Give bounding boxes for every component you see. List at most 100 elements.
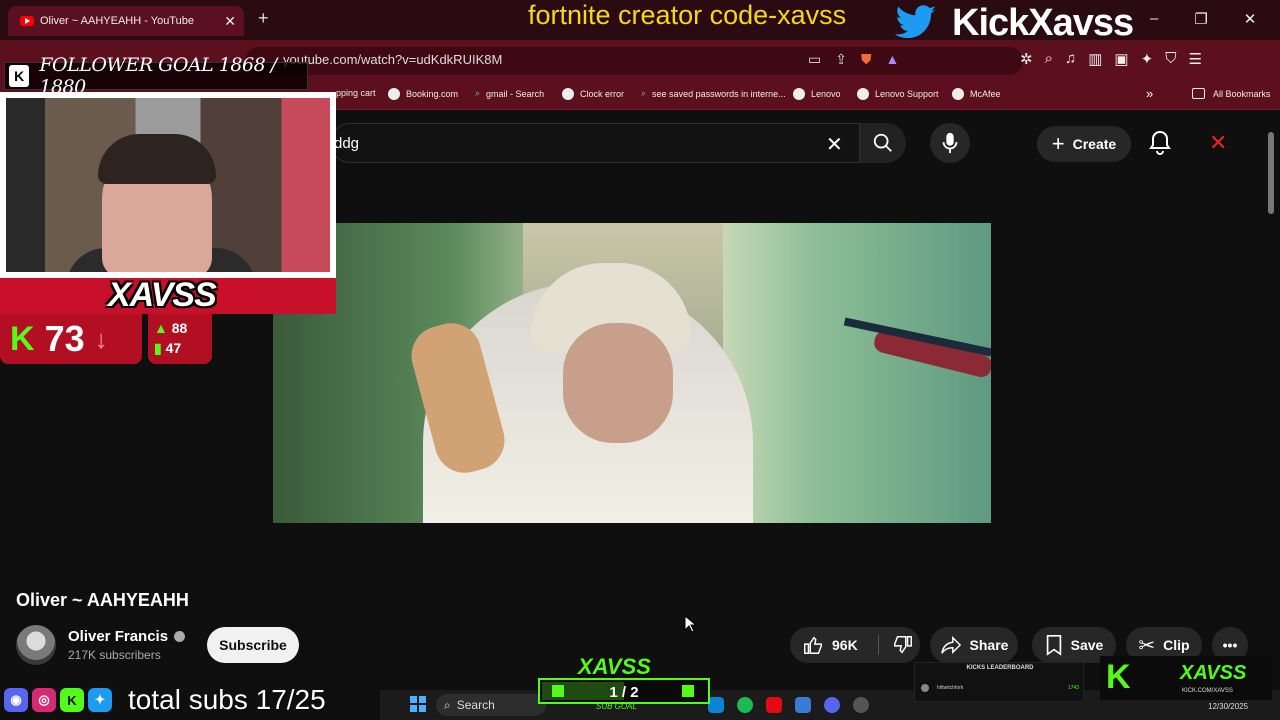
search-icon xyxy=(873,133,892,152)
extensions-icon[interactable]: ✲ xyxy=(1020,50,1033,68)
subscribe-button[interactable]: Subscribe xyxy=(207,627,299,663)
total-subs: total subs 17/25 xyxy=(128,684,326,715)
wallet-icon[interactable]: ▣ xyxy=(1114,50,1128,68)
bookmark-gmail-search[interactable]: ⌕ gmail - Search xyxy=(475,88,544,99)
verified-icon xyxy=(174,631,186,642)
plus-icon: + xyxy=(1051,131,1065,156)
search-input[interactable] xyxy=(330,123,860,163)
leaderboard-title: KICKS LEADERBOARD xyxy=(966,665,1034,671)
video-title: Oliver ~ AAHYEAHH xyxy=(16,590,189,610)
sub-goal-bar: 1 / 2 xyxy=(538,678,710,704)
extension-icons: ✲ ⌕ ♫ ▥ ▣ ✦ ⛉ ☰ xyxy=(1020,50,1202,68)
globe-icon xyxy=(388,88,400,100)
music-icon[interactable]: ♫ xyxy=(1065,50,1076,68)
windows-icon[interactable] xyxy=(410,696,426,712)
globe-icon xyxy=(562,88,574,100)
browser-tab[interactable]: Oliver ~ AAHYEAHH - YouTube ✕ xyxy=(8,6,244,36)
clip-icon: ✂ xyxy=(1138,634,1156,657)
voice-search-button[interactable] xyxy=(930,123,970,163)
bookmark-shopping-cart[interactable]: pping cart xyxy=(336,88,376,98)
divider xyxy=(878,635,879,655)
edge-icon[interactable] xyxy=(708,697,724,713)
leo-icon[interactable]: ✦ xyxy=(1141,50,1154,68)
kick-icon: K xyxy=(9,65,30,87)
sub-goal-label: SUB GOAL xyxy=(596,702,637,711)
save-icon xyxy=(1046,635,1061,656)
settings-icon[interactable] xyxy=(853,697,869,713)
bell-icon[interactable] xyxy=(1148,130,1172,156)
address-icons: ▭ ⇪ ⛊ ▲ xyxy=(808,51,899,68)
bookmark-mcafee[interactable]: McAfee xyxy=(952,88,1001,100)
close-tab-icon[interactable]: ✕ xyxy=(224,13,236,30)
share-button[interactable]: Share xyxy=(930,627,1018,663)
social-icons: ◉ ◎ K ✦ xyxy=(4,688,112,712)
globe-icon xyxy=(793,88,805,100)
bookmarks-overflow-icon[interactable]: » xyxy=(1146,86,1153,101)
sub-goal-widget: XAVSS 1 / 2 SUB GOAL xyxy=(538,654,710,712)
bar-chart-icon: ▮ xyxy=(154,340,162,356)
spotify-icon[interactable] xyxy=(737,697,753,713)
kicks-leaderboard: KICKS LEADERBOARD hittwitchfork 1743 xyxy=(914,662,1084,702)
url-text[interactable]: youtube.com/watch?v=udKdkRUIK8M xyxy=(283,52,502,67)
tab-search-icon[interactable]: ⌕ xyxy=(1045,50,1053,68)
bookmark-booking[interactable]: Booking.com xyxy=(388,88,458,100)
kick-icon: K xyxy=(1106,658,1131,696)
bookmark-clock-error[interactable]: Clock error xyxy=(562,88,624,100)
sidebar-icon[interactable]: ▥ xyxy=(1088,50,1102,68)
kick-icon: K xyxy=(10,319,35,358)
video-player[interactable] xyxy=(273,223,991,523)
leaderboard-row: hittwitchfork 1743 xyxy=(921,683,1079,693)
bookmark-lenovo-support[interactable]: Lenovo Support xyxy=(857,88,939,100)
restore-icon[interactable]: ❐ xyxy=(1194,10,1207,28)
kick-badge-name: XAVSS xyxy=(1180,662,1247,684)
like-icon xyxy=(804,636,822,654)
twitter-icon xyxy=(894,5,937,39)
close-window-icon[interactable]: ✕ xyxy=(1244,10,1257,28)
taskbar-date: 12/30/2025 xyxy=(1208,702,1249,711)
youtube-icon xyxy=(20,16,34,26)
channel-name[interactable]: Oliver Francis xyxy=(68,628,186,645)
scrollbar-thumb[interactable] xyxy=(1268,132,1274,214)
close-icon[interactable]: ✕ xyxy=(1209,130,1227,156)
kick-handle: KickXavss xyxy=(952,2,1134,44)
window-controls: – ❐ ✕ xyxy=(1150,10,1256,28)
all-bookmarks[interactable]: All Bookmarks xyxy=(1192,88,1271,99)
menu-icon[interactable]: ☰ xyxy=(1188,50,1201,68)
install-icon[interactable]: ▭ xyxy=(808,51,821,68)
stat-up: 88 xyxy=(171,320,188,336)
tab-title: Oliver ~ AAHYEAHH - YouTube xyxy=(40,15,194,27)
brave-shield-icon[interactable]: ⛊ xyxy=(861,51,872,68)
minimize-icon[interactable]: – xyxy=(1150,10,1158,28)
webcam-hair xyxy=(98,134,216,184)
viewer-count: 73 xyxy=(44,318,85,359)
vpn-icon[interactable]: ⛉ xyxy=(1165,50,1176,68)
explorer-icon[interactable] xyxy=(795,697,811,713)
like-button[interactable]: 96K xyxy=(790,627,920,663)
search-button[interactable] xyxy=(860,123,906,163)
rewards-icon[interactable]: ▲ xyxy=(885,51,899,68)
dislike-icon[interactable] xyxy=(892,634,914,656)
kick-icon: K xyxy=(60,688,84,712)
webcam-feed xyxy=(6,98,330,278)
discord-icon[interactable] xyxy=(824,697,840,713)
stat-bar: 47 xyxy=(165,340,182,356)
globe-icon xyxy=(952,88,964,100)
clear-search-icon[interactable]: ✕ xyxy=(826,132,843,157)
viewer-count-box: K 73 ↓ xyxy=(0,314,142,364)
kick-badge: K XAVSS KICK.COM/XAVSS xyxy=(1100,656,1272,700)
video-face xyxy=(563,323,673,443)
twitter-icon: ✦ xyxy=(88,688,112,712)
create-button[interactable]: + Create xyxy=(1037,126,1131,162)
mic-icon xyxy=(942,132,958,154)
taskbar-search[interactable]: ⌕ Search xyxy=(436,694,546,716)
search-value[interactable]: ddg xyxy=(334,135,359,152)
new-tab-button[interactable]: + xyxy=(258,8,269,29)
share-page-icon[interactable]: ⇪ xyxy=(835,51,847,68)
follower-goal: K FOLLOWER GOAL 1868 / 1880 xyxy=(4,54,308,98)
stats-box: ▲ 88 ▮ 47 xyxy=(148,314,212,364)
bookmark-lenovo[interactable]: Lenovo xyxy=(793,88,841,100)
netflix-icon[interactable] xyxy=(766,697,782,713)
share-icon xyxy=(940,635,961,655)
avatar[interactable] xyxy=(16,625,56,665)
bookmark-saved-passwords[interactable]: ⌕ see saved passwords in interne... xyxy=(641,88,786,99)
